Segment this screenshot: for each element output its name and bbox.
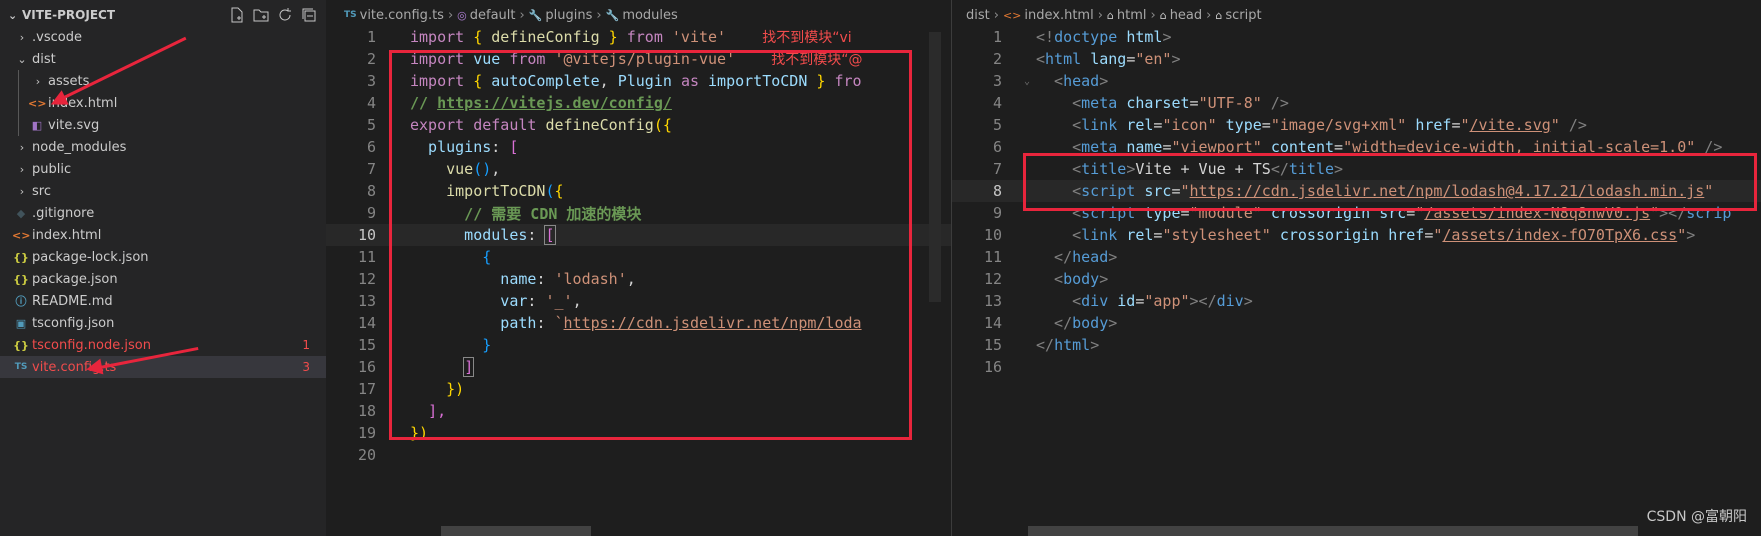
wrench-icon: 🔧 [605, 8, 620, 22]
refresh-icon[interactable] [276, 6, 294, 24]
html-file-icon: <> [1002, 8, 1022, 22]
breadcrumb-item[interactable]: html [1117, 8, 1147, 23]
tree-item-assets[interactable]: › assets [0, 70, 326, 92]
inline-error-message: 找不到模块“vi [762, 30, 852, 46]
tree-item-vite-svg[interactable]: ◧ vite.svg [0, 114, 326, 136]
annotation-arrow-head [84, 358, 104, 378]
code-line: 11 </head> [983, 248, 1118, 266]
horizontal-scrollbar[interactable] [1028, 526, 1638, 536]
breadcrumb-item[interactable]: default [470, 8, 516, 23]
tree-item-gitignore[interactable]: ◆ .gitignore [0, 202, 326, 224]
symbol-element-icon: ⌂ [1159, 8, 1167, 22]
svg-file-icon: ◧ [31, 118, 43, 132]
typescript-file-icon: TS [344, 10, 357, 20]
breadcrumb-item[interactable]: plugins [545, 8, 592, 23]
chevron-right-icon: › [19, 184, 25, 198]
chevron-right-icon: › [1206, 7, 1212, 23]
error-count-badge: 3 [302, 360, 310, 374]
explorer-sidebar: ⌄ VITE-PROJECT › .vscode ⌄ dist › assets… [0, 0, 326, 536]
code-line: 20 [357, 446, 376, 464]
editor-dist-index-html[interactable]: dist › <> index.html › ⌂ html › ⌂ head ›… [952, 0, 1761, 536]
horizontal-scrollbar[interactable] [441, 526, 591, 536]
code-line: 3 ⌄ <head> [992, 72, 1109, 90]
new-folder-icon[interactable] [252, 6, 270, 24]
breadcrumb-item[interactable]: vite.config.ts [360, 8, 444, 23]
breadcrumb-item[interactable]: head [1170, 8, 1202, 23]
code-line: 13 <div id="app"></div> [983, 292, 1253, 310]
tree-item-package-json[interactable]: {} package.json [0, 268, 326, 290]
chevron-right-icon: › [1097, 7, 1103, 23]
project-title: VITE-PROJECT [22, 8, 116, 22]
vscode-window: ⌄ VITE-PROJECT › .vscode ⌄ dist › assets… [0, 0, 1761, 536]
code-line: 2 <html lang="en"> [992, 50, 1181, 68]
breadcrumb-item[interactable]: modules [622, 8, 678, 23]
code-line: 14 </body> [983, 314, 1118, 332]
chevron-right-icon: › [447, 7, 454, 23]
code-line: 4 <meta charset="UTF-8" /> [992, 94, 1289, 112]
breadcrumb-item[interactable]: index.html [1024, 8, 1093, 23]
chevron-right-icon: › [19, 162, 25, 176]
indent-guide [18, 92, 19, 114]
annotation-highlight-box [1023, 153, 1757, 211]
chevron-down-icon: ⌄ [8, 8, 18, 22]
chevron-right-icon: › [19, 140, 25, 154]
tree-item-public[interactable]: › public [0, 158, 326, 180]
chevron-right-icon: › [993, 7, 999, 23]
wrench-icon: 🔧 [528, 8, 543, 22]
minimap[interactable] [929, 32, 941, 302]
tree-item-src[interactable]: › src [0, 180, 326, 202]
chevron-right-icon: › [35, 74, 41, 88]
tree-item-readme[interactable]: ⓘ README.md [0, 290, 326, 312]
chevron-down-icon: ⌄ [17, 52, 27, 66]
file-tree: › .vscode ⌄ dist › assets <> index.html … [0, 26, 326, 378]
breadcrumb-item[interactable]: script [1225, 8, 1261, 23]
tree-item-node-modules[interactable]: › node_modules [0, 136, 326, 158]
code-line: 10 <link rel="stylesheet" crossorigin hr… [983, 226, 1696, 244]
code-line: 5 <link rel="icon" type="image/svg+xml" … [992, 116, 1587, 134]
html-file-icon: <> [12, 228, 31, 242]
code-line: 12 <body> [983, 270, 1109, 288]
chevron-right-icon: › [1150, 7, 1156, 23]
symbol-variable-icon: ◎ [457, 8, 467, 22]
annotation-highlight-box [389, 50, 912, 440]
json-file-icon: {} [13, 250, 29, 264]
breadcrumb-item[interactable]: dist [966, 8, 990, 23]
collapse-all-icon[interactable] [300, 6, 318, 24]
code-line: 1 import { defineConfig } from 'vite' 找不到… [366, 28, 852, 46]
code-line: 16 [983, 358, 1002, 376]
error-count-badge: 1 [302, 338, 310, 352]
editor-vite-config[interactable]: TS vite.config.ts › ◎ default › 🔧 plugin… [326, 0, 951, 536]
tree-item-package-lock-json[interactable]: {} package-lock.json [0, 246, 326, 268]
tree-item-dist[interactable]: ⌄ dist [0, 48, 326, 70]
indent-guide [18, 70, 19, 92]
tsconfig-file-icon: ▣ [15, 316, 27, 330]
git-file-icon: ◆ [16, 206, 26, 220]
code-line: 15 </html> [983, 336, 1100, 354]
symbol-element-icon: ⌂ [1215, 8, 1223, 22]
code-line: 1 <!doctype html> [992, 28, 1172, 46]
tree-item-vscode[interactable]: › .vscode [0, 26, 326, 48]
indent-guide [18, 114, 19, 136]
chevron-right-icon: › [19, 30, 25, 44]
new-file-icon[interactable] [228, 6, 246, 24]
tree-item-tsconfig-json[interactable]: ▣ tsconfig.json [0, 312, 326, 334]
info-icon: ⓘ [15, 295, 27, 308]
json-file-icon: {} [13, 338, 29, 352]
symbol-element-icon: ⌂ [1106, 8, 1114, 22]
explorer-actions [228, 6, 326, 24]
typescript-file-icon: TS [14, 362, 28, 372]
tree-item-vite-config-ts[interactable]: TS vite.config.ts 3 [0, 356, 326, 378]
chevron-right-icon: › [519, 7, 525, 23]
json-file-icon: {} [13, 272, 29, 286]
chevron-right-icon: › [596, 7, 602, 23]
tree-item-index-html[interactable]: <> index.html [0, 224, 326, 246]
watermark: CSDN @富朝阳 [1646, 509, 1747, 525]
html-file-icon: <> [28, 96, 47, 110]
